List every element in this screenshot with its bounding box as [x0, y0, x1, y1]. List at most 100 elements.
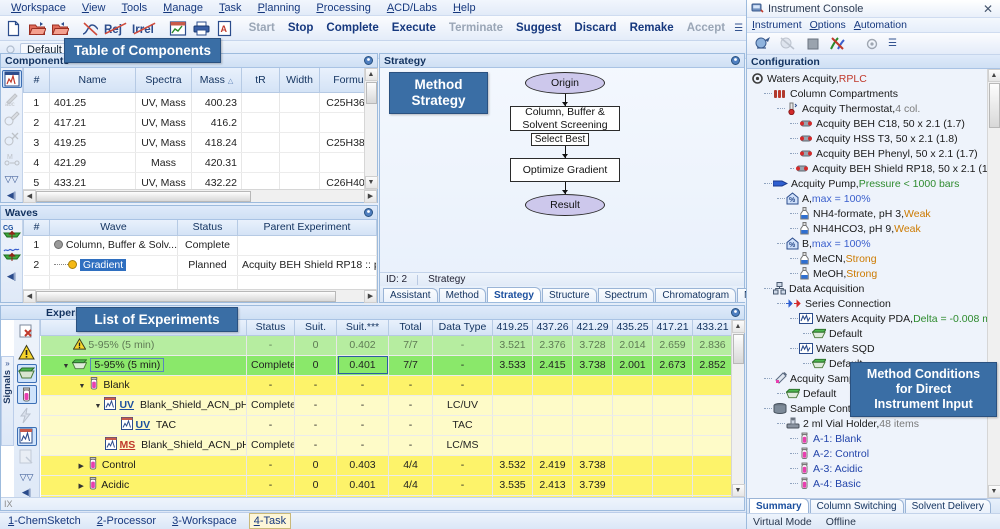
row-parent-experiment[interactable]: [238, 235, 377, 255]
taskbar-item-2-processor[interactable]: 2-Processor: [93, 514, 160, 528]
flow-node-result[interactable]: Result: [525, 194, 605, 216]
row-total[interactable]: 4/4: [389, 475, 433, 495]
components-col-width[interactable]: Width: [280, 68, 320, 93]
row-name[interactable]: 419.25: [50, 133, 136, 153]
waves-collapse-panel-icon[interactable]: ◀|: [2, 266, 22, 286]
edit-structure-icon[interactable]: [2, 110, 22, 128]
disconnect-instrument-icon[interactable]: [776, 33, 799, 55]
row-component-value-437.26[interactable]: [533, 415, 573, 435]
row-data-type[interactable]: -: [433, 335, 493, 355]
signals-expand-icon[interactable]: »: [5, 359, 9, 368]
signals-side-tab[interactable]: » Signals: [1, 356, 14, 446]
experiments-hscrollbar[interactable]: IX: [1, 497, 744, 510]
row-status[interactable]: -: [247, 415, 295, 435]
tree-node-acquity-pump[interactable]: Acquity Pump, Pressure < 1000 bars: [747, 176, 1000, 191]
components-col-spectra[interactable]: Spectra: [136, 68, 192, 93]
experiments-col-status[interactable]: Status: [247, 320, 295, 335]
row-data-type[interactable]: TAC: [433, 415, 493, 435]
row-width[interactable]: [280, 153, 320, 173]
row-component-value-433.21[interactable]: [693, 435, 732, 455]
components-col-name[interactable]: Name: [50, 68, 136, 93]
row-spectra[interactable]: UV, Mass: [136, 93, 192, 113]
row-formula[interactable]: [320, 153, 365, 173]
tree-node-a-3-acidic[interactable]: A-3: Acidic: [747, 461, 1000, 476]
table-row[interactable]: 5433.21UV, Mass432.22C26H40O5432.29: [24, 173, 365, 190]
tree-node-waters-acquity[interactable]: Waters Acquity, RPLC: [747, 71, 1000, 86]
tree-node-b[interactable]: %B, max = 100%: [747, 236, 1000, 251]
row-width[interactable]: [280, 173, 320, 190]
tree-node-default[interactable]: Default: [747, 326, 1000, 341]
row-suitability[interactable]: -: [295, 435, 337, 455]
row-component-value-417.21[interactable]: 2.659: [653, 335, 693, 355]
row-component-value-421.29[interactable]: 3.728: [573, 335, 613, 355]
row-name[interactable]: ▶ Control: [41, 455, 247, 475]
terminate-button[interactable]: Terminate: [444, 20, 508, 36]
row-suitability-3[interactable]: -: [337, 395, 389, 415]
flow-node-screening[interactable]: Column, Buffer & Solvent Screening: [510, 106, 620, 131]
row-component-value-437.26[interactable]: 2.376: [533, 335, 573, 355]
row-name[interactable]: 401.25: [50, 93, 136, 113]
row-data-type[interactable]: -: [433, 355, 493, 375]
menu-workspace[interactable]: Workspace: [4, 1, 73, 15]
tree-node-acquity-beh-phenyl-50-x-2-1-1-7[interactable]: Acquity BEH Phenyl, 50 x 2.1 (1.7): [747, 146, 1000, 161]
menu-task[interactable]: Task: [212, 1, 249, 15]
pin-panel-icon[interactable]: [363, 207, 374, 218]
row-component-value-435.25[interactable]: [613, 375, 653, 395]
suggest-button[interactable]: Suggest: [511, 20, 566, 36]
row-suitability[interactable]: 0: [295, 455, 337, 475]
taskbar-item-3-workspace[interactable]: 3-Workspace: [168, 514, 241, 528]
components-hscroll-thumb[interactable]: [36, 191, 251, 202]
scroll-down-icon[interactable]: ▼: [988, 485, 1000, 498]
row-component-value-437.26[interactable]: 2.419: [533, 455, 573, 475]
table-row[interactable]: 1401.25UV, Mass400.23C25H36O4400.26: [24, 93, 365, 113]
save-folder-icon[interactable]: [49, 17, 71, 39]
table-row[interactable]: MS Blank_Shield_ACN_pH9_MS....Complete--…: [41, 435, 732, 455]
row-component-value-433.21[interactable]: [693, 475, 732, 495]
table-row[interactable]: ▼ Blank-----: [41, 375, 732, 395]
settings-gear-icon[interactable]: [860, 33, 883, 55]
row-component-value-435.25[interactable]: [613, 415, 653, 435]
experiments-col-data-type[interactable]: Data Type: [433, 320, 493, 335]
print-icon[interactable]: [190, 17, 212, 39]
tree-node-waters-sqd[interactable]: Waters SQD: [747, 341, 1000, 356]
row-component-value-433.21[interactable]: 2.852: [693, 355, 732, 375]
row-component-value-421.29[interactable]: [573, 435, 613, 455]
experiments-col-435-25[interactable]: 435.25: [613, 320, 653, 335]
row-index[interactable]: 1: [24, 93, 50, 113]
row-status[interactable]: Complete: [247, 395, 295, 415]
row-index[interactable]: 4: [24, 153, 50, 173]
console-menu-options[interactable]: Options: [810, 19, 846, 31]
row-total[interactable]: -: [389, 435, 433, 455]
row-total[interactable]: -: [389, 415, 433, 435]
waves-table[interactable]: #WaveStatusParent Experiment 1 Column, B…: [23, 220, 377, 289]
tree-node-a-4-basic[interactable]: A-4: Basic: [747, 476, 1000, 491]
row-component-value-421.29[interactable]: 3.738: [573, 355, 613, 375]
scroll-up-icon[interactable]: ▲: [732, 320, 745, 333]
wave-icon[interactable]: [17, 364, 37, 383]
row-mass[interactable]: 418.24: [192, 133, 242, 153]
row-component-value-417.21[interactable]: [653, 435, 693, 455]
row-tr[interactable]: [242, 133, 280, 153]
row-index[interactable]: 2: [24, 255, 50, 275]
console-tree-vscrollbar[interactable]: ▲ ▼: [987, 69, 1000, 498]
tree-node-acquity-beh-shield-rp18-50-x-2-1-1-7[interactable]: Acquity BEH Shield RP18, 50 x 2.1 (1.7): [747, 161, 1000, 176]
tab-assistant[interactable]: Assistant: [383, 288, 438, 302]
row-total[interactable]: 7/7: [389, 335, 433, 355]
tree-node-data-acquisition[interactable]: Data Acquisition: [747, 281, 1000, 296]
components-vscrollbar[interactable]: ▲ ▼: [364, 68, 377, 189]
console-menu-instrument[interactable]: Instrument: [752, 19, 802, 31]
row-name[interactable]: 5-95% (5 min): [41, 335, 247, 355]
menu-tools[interactable]: Tools: [114, 1, 154, 15]
tree-node-a-1-blank[interactable]: A-1: Blank: [747, 431, 1000, 446]
components-vscroll-thumb[interactable]: [366, 82, 377, 104]
console-tab-column-switching[interactable]: Column Switching: [810, 499, 904, 513]
table-row[interactable]: 1 Column, Buffer & Solv...Complete: [24, 235, 377, 255]
row-component-value-419.25[interactable]: [493, 435, 533, 455]
stop-square-icon[interactable]: [801, 33, 824, 55]
row-component-value-435.25[interactable]: 2.014: [613, 335, 653, 355]
row-component-value-417.21[interactable]: [653, 415, 693, 435]
row-data-type[interactable]: -: [433, 375, 493, 395]
row-suitability-3[interactable]: 0.402: [337, 335, 389, 355]
scroll-up-icon[interactable]: ▲: [365, 68, 378, 81]
waves-col--[interactable]: #: [24, 220, 50, 235]
